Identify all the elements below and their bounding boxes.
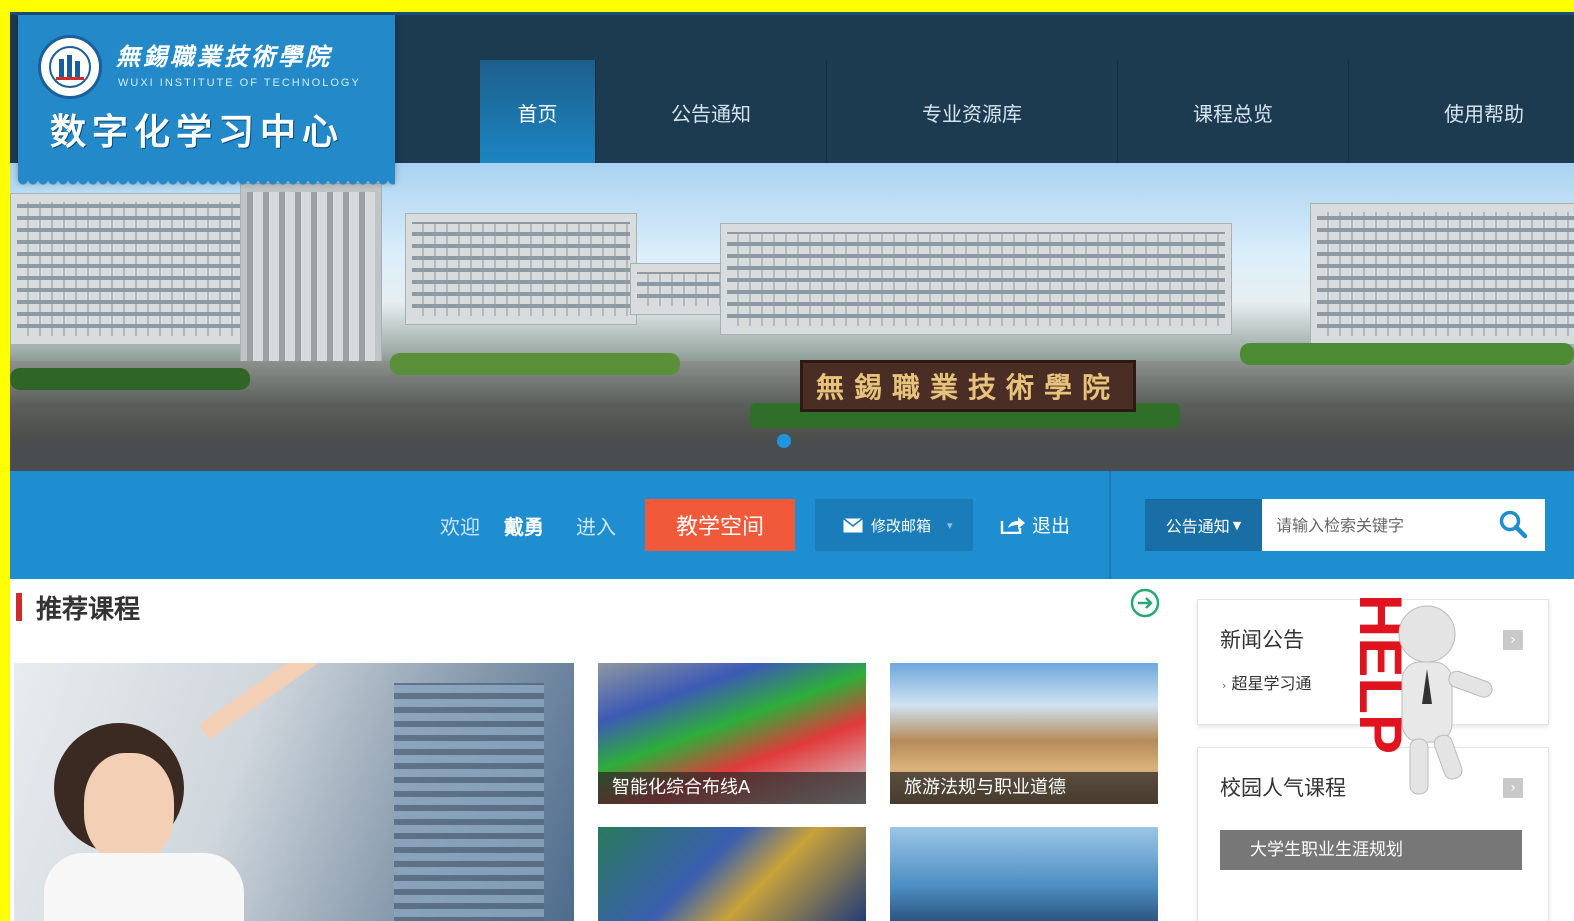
- campus-banner[interactable]: 無錫職業技術學院: [10, 163, 1574, 471]
- student-shirt: [44, 853, 244, 921]
- hedge: [1240, 343, 1574, 365]
- hedge: [390, 353, 680, 375]
- news-more-icon[interactable]: ›: [1503, 630, 1523, 650]
- username[interactable]: 戴勇: [504, 511, 544, 540]
- popular-course-item[interactable]: 大学生职业生涯规划: [1220, 830, 1522, 870]
- school-emblem-icon: [38, 35, 102, 99]
- news-item-text: 超星学习通: [1231, 674, 1312, 693]
- mail-icon: [843, 517, 863, 532]
- course-card-1[interactable]: 智能化综合布线A: [598, 663, 866, 804]
- school-name-cn: 無錫職業技術學院: [116, 42, 332, 71]
- gate-sign: 無錫職業技術學院: [800, 360, 1136, 412]
- caret-down-icon: ▼: [1232, 518, 1242, 532]
- welcome-label: 欢迎: [440, 515, 480, 539]
- course-card-4[interactable]: [890, 827, 1158, 921]
- recommended-courses-title: 推荐课程: [36, 595, 141, 625]
- news-title: 新闻公告: [1220, 628, 1304, 652]
- course-title: 智能化综合布线A: [598, 772, 866, 804]
- help-figure[interactable]: HELP: [1322, 594, 1502, 804]
- student-arm: [198, 663, 373, 740]
- main-building: [720, 223, 1232, 335]
- section-mark: [16, 593, 22, 621]
- building: [630, 263, 732, 315]
- nav-home[interactable]: 首页: [480, 60, 595, 165]
- change-email-button[interactable]: 修改邮箱 ▾: [815, 499, 973, 551]
- search-type-select[interactable]: 公告通知 ▼: [1145, 499, 1262, 551]
- search-icon: [1499, 510, 1528, 539]
- lab-equipment: [394, 683, 544, 921]
- help-figure-icon: HELP: [1347, 594, 1493, 795]
- search-button[interactable]: [1498, 509, 1530, 541]
- nav-help[interactable]: 使用帮助: [1349, 60, 1574, 165]
- building: [405, 213, 637, 325]
- bullet-icon: ›: [1222, 679, 1227, 692]
- arrow-circle-right-icon: [1130, 588, 1160, 618]
- page: 首页 公告通知 专业资源库 课程总览 使用帮助 無錫職業技術學院 WUXI IN…: [10, 12, 1574, 921]
- chevron-down-icon: ▾: [947, 518, 953, 532]
- course-card-3[interactable]: [598, 827, 866, 921]
- popular-more-icon[interactable]: ›: [1503, 778, 1523, 798]
- search-type-label: 公告通知: [1165, 517, 1230, 536]
- logout-icon: [1000, 516, 1025, 534]
- logout-label: 退出: [1032, 515, 1071, 537]
- student-face: [84, 753, 174, 863]
- nav-resource-library[interactable]: 专业资源库: [827, 60, 1117, 165]
- change-email-label: 修改邮箱: [871, 516, 932, 535]
- slide-indicator-dot[interactable]: [777, 434, 791, 448]
- nav-course-overview[interactable]: 课程总览: [1118, 60, 1348, 165]
- hedge: [10, 368, 250, 390]
- course-card-featured[interactable]: [14, 663, 574, 921]
- more-courses-button[interactable]: [1130, 588, 1160, 618]
- building: [1310, 203, 1574, 345]
- site-logo[interactable]: 無錫職業技術學院 WUXI INSTITUTE OF TECHNOLOGY 数字…: [18, 15, 395, 188]
- course-title: 旅游法规与职业道德: [890, 772, 1158, 804]
- news-item[interactable]: › 超星学习通: [1222, 670, 1312, 694]
- user-bar: 欢迎 戴勇 进入 教学空间 修改邮箱 ▾ 退出 公告通知 ▼: [10, 471, 1574, 579]
- course-card-2[interactable]: 旅游法规与职业道德: [890, 663, 1158, 804]
- teaching-space-button[interactable]: 教学空间: [645, 499, 795, 551]
- school-name-en: WUXI INSTITUTE OF TECHNOLOGY: [118, 77, 361, 89]
- banner-footer-strip: [10, 441, 1574, 471]
- building: [10, 193, 272, 345]
- site-title: 数字化学习中心: [50, 112, 345, 153]
- enter-label: 进入: [576, 515, 616, 539]
- nav-announcements[interactable]: 公告通知: [596, 60, 826, 165]
- logout-button[interactable]: 退出: [1000, 511, 1070, 538]
- bar-divider: [1109, 471, 1111, 579]
